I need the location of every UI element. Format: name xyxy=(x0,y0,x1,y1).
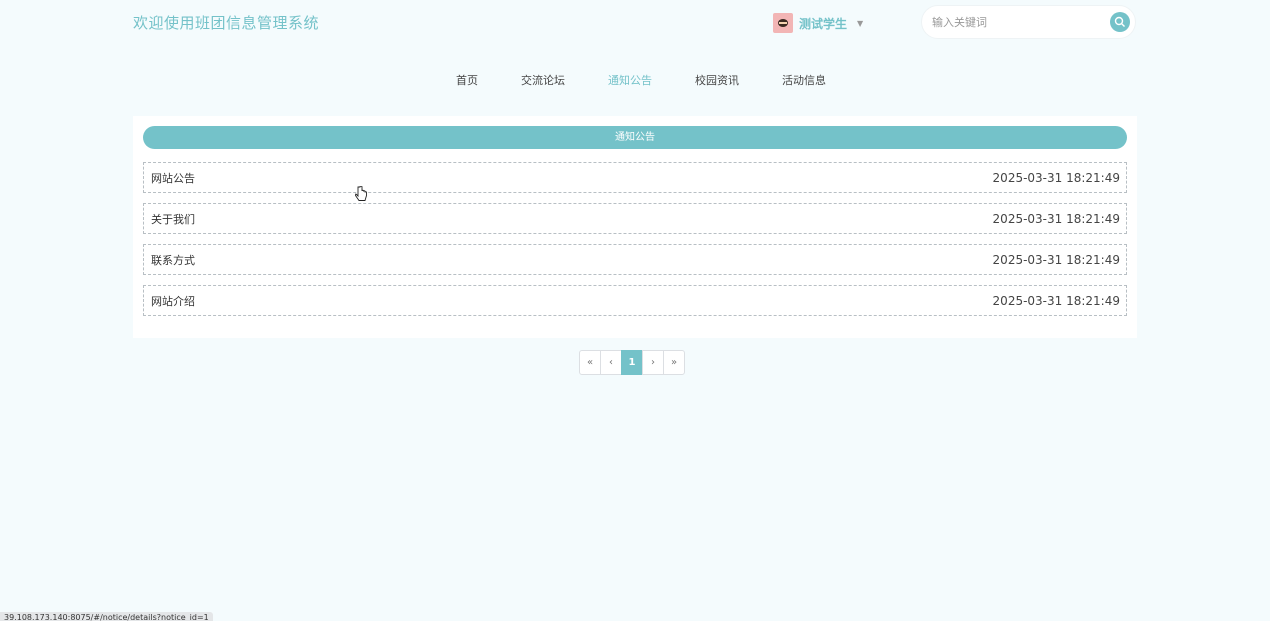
list-item[interactable]: 关于我们 2025-03-31 18:21:49 xyxy=(143,203,1127,234)
hand-cursor-icon xyxy=(354,185,367,208)
search-button[interactable] xyxy=(1110,12,1130,32)
search-input[interactable] xyxy=(932,15,1110,29)
list-item[interactable]: 网站介绍 2025-03-31 18:21:49 xyxy=(143,285,1127,316)
nav-item-forum[interactable]: 交流论坛 xyxy=(509,72,565,88)
main-nav: 首页 交流论坛 通知公告 校园资讯 活动信息 xyxy=(0,72,1270,88)
search-box xyxy=(921,5,1136,39)
notice-title: 网站介绍 xyxy=(151,294,195,308)
status-bar-url: 39.108.173.140:8075/#/notice/details?not… xyxy=(0,612,213,621)
notice-list-panel: 通知公告 网站公告 2025-03-31 18:21:49 关于我们 2025-… xyxy=(133,116,1137,338)
list-item[interactable]: 联系方式 2025-03-31 18:21:49 xyxy=(143,244,1127,275)
prev-page-button[interactable]: ‹ xyxy=(600,350,622,375)
nav-item-activities[interactable]: 活动信息 xyxy=(770,72,826,88)
caret-down-icon: ▼ xyxy=(857,18,864,28)
notice-date: 2025-03-31 18:21:49 xyxy=(992,293,1120,308)
notice-date: 2025-03-31 18:21:49 xyxy=(992,252,1120,267)
nav-item-home[interactable]: 首页 xyxy=(444,72,478,88)
next-page-button[interactable]: › xyxy=(642,350,664,375)
page-1-button[interactable]: 1 xyxy=(621,350,643,375)
section-title: 通知公告 xyxy=(143,126,1127,149)
notice-title: 关于我们 xyxy=(151,212,195,226)
page: 欢迎使用班团信息管理系统 测试学生 ▼ 首页 交流论坛 通知公告 校园资讯 活动… xyxy=(0,0,1270,621)
list-item[interactable]: 网站公告 2025-03-31 18:21:49 xyxy=(143,162,1127,193)
last-page-button[interactable]: » xyxy=(663,350,685,375)
user-name: 测试学生 xyxy=(799,16,848,31)
site-title: 欢迎使用班团信息管理系统 xyxy=(133,14,320,32)
nav-item-notices[interactable]: 通知公告 xyxy=(596,72,652,88)
nav-item-campus-news[interactable]: 校园资讯 xyxy=(683,72,739,88)
notice-date: 2025-03-31 18:21:49 xyxy=(992,170,1120,185)
avatar-face-icon xyxy=(778,19,788,27)
notice-date: 2025-03-31 18:21:49 xyxy=(992,211,1120,226)
first-page-button[interactable]: « xyxy=(579,350,601,375)
notice-title: 联系方式 xyxy=(151,253,195,267)
avatar xyxy=(773,13,793,33)
notice-title: 网站公告 xyxy=(151,171,195,185)
user-menu[interactable]: 测试学生 ▼ xyxy=(773,12,863,34)
pagination: « ‹ 1 › » xyxy=(579,350,685,375)
search-icon xyxy=(1114,16,1125,27)
